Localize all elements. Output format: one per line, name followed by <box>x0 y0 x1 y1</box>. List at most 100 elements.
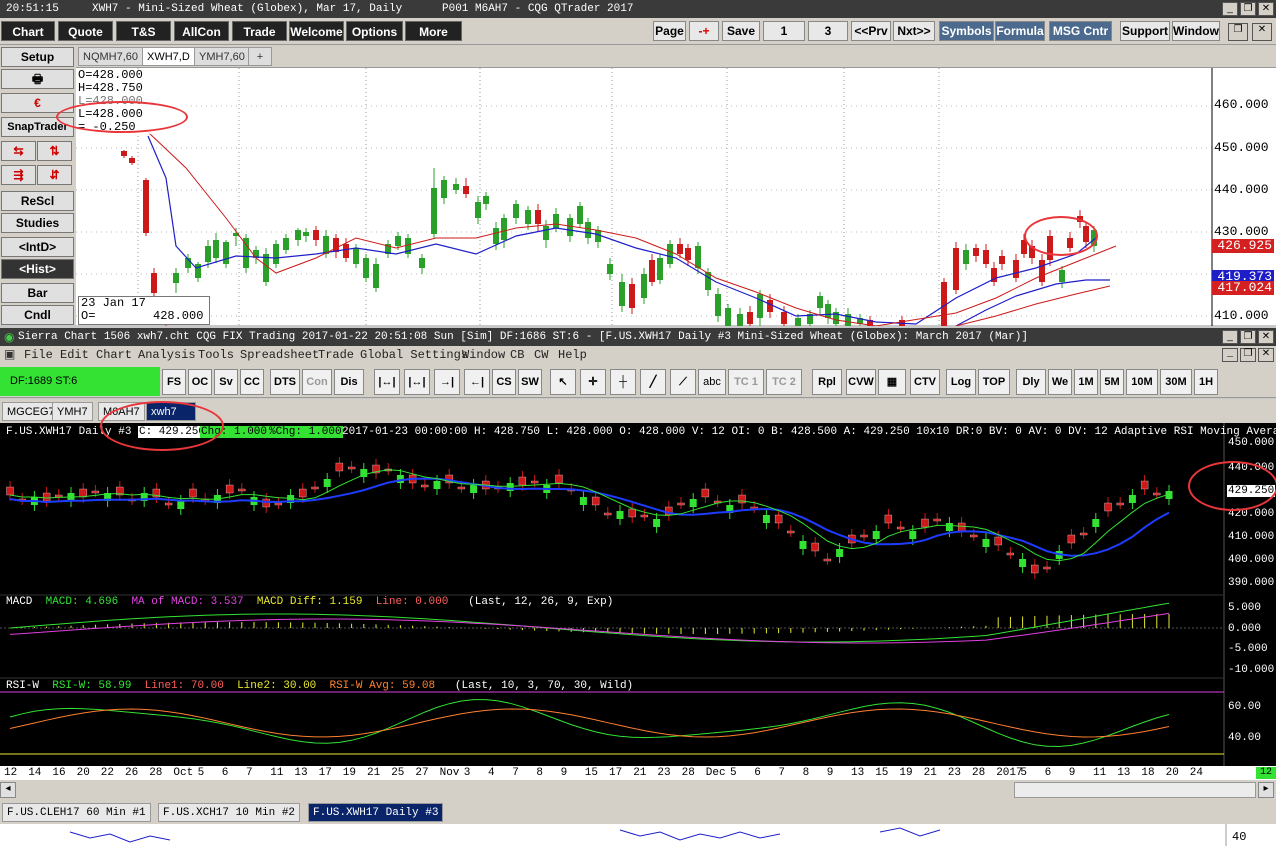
replay-button[interactable]: Rpl <box>812 369 842 395</box>
options-button[interactable]: Options <box>346 21 403 41</box>
cc-button[interactable]: CC <box>240 369 264 395</box>
candle-button[interactable]: Cndl <box>1 305 74 325</box>
cvw-button[interactable]: CVW <box>846 369 876 395</box>
tab-nqmh7[interactable]: NQMH7,60 <box>78 47 144 66</box>
text-tool-button[interactable]: abc <box>698 369 726 395</box>
window-button[interactable]: Window <box>1172 21 1220 41</box>
tc2-button[interactable]: TC 2 <box>766 369 802 395</box>
sierra-chart-area[interactable]: F.US.XWH17 Daily #3 C: 429.250 Chg: 1.00… <box>0 423 1276 766</box>
menu-tools[interactable]: Tools <box>198 346 234 364</box>
menu-window[interactable]: Window <box>462 346 505 364</box>
tab-ymh7[interactable]: YMH7,60 <box>194 47 250 66</box>
next-button[interactable]: Nxt>> <box>893 21 935 41</box>
sv-button[interactable]: Sv <box>214 369 238 395</box>
menu-edit[interactable]: Edit <box>60 346 89 364</box>
restore-icon[interactable]: ❐ <box>1240 330 1256 344</box>
zoom-in-icon[interactable]: |↔| <box>374 369 400 395</box>
chart-button[interactable]: Chart <box>1 21 55 41</box>
ctv-button[interactable]: CTV <box>910 369 940 395</box>
1m-button[interactable]: 1M <box>1074 369 1098 395</box>
intraday-button[interactable]: <IntD> <box>1 237 74 257</box>
close-icon[interactable]: ✕ <box>1258 348 1274 362</box>
bottom-tab-cleh17[interactable]: F.US.CLEH17 60 Min #1 <box>2 803 151 822</box>
trade-button[interactable]: Trade <box>232 21 287 41</box>
hash-icon[interactable]: ⇶ <box>1 165 36 185</box>
tab-ymh7[interactable]: YMH7 <box>52 402 93 421</box>
close-icon[interactable]: ✕ <box>1258 2 1274 16</box>
history-button[interactable]: <Hist> <box>1 259 74 279</box>
30m-button[interactable]: 30M <box>1160 369 1192 395</box>
daily-button[interactable]: Dly <box>1016 369 1046 395</box>
menu-cb[interactable]: CB <box>510 346 524 364</box>
pointer-icon[interactable]: ↖ <box>550 369 576 395</box>
minimize-icon[interactable]: _ <box>1222 2 1238 16</box>
cursor-icon[interactable]: ┼ <box>610 369 636 395</box>
cqg-price-chart[interactable] <box>76 67 1276 326</box>
close-icon[interactable]: ✕ <box>1258 330 1274 344</box>
menu-help[interactable]: Help <box>558 346 587 364</box>
updown-icon[interactable]: ⇅ <box>37 141 72 161</box>
scroll-right-icon[interactable]: ▸ <box>1258 782 1274 798</box>
allcon-button[interactable]: AllCon <box>174 21 229 41</box>
rescale-button[interactable]: ReScl <box>1 191 74 211</box>
weekly-button[interactable]: We <box>1048 369 1072 395</box>
quote-button[interactable]: Quote <box>58 21 113 41</box>
menu-global-settings[interactable]: Global Settings <box>360 346 468 364</box>
fs-button[interactable]: FS <box>162 369 186 395</box>
shrink-icon[interactable]: →|← <box>434 369 460 412</box>
welcome-button[interactable]: Welcome <box>289 21 344 41</box>
page-1-button[interactable]: 1 <box>763 21 805 41</box>
line-tool-icon[interactable]: ╱ <box>640 369 666 395</box>
swap-icon[interactable]: ⇆ <box>1 141 36 161</box>
zoom-out-icon[interactable]: |↔| <box>404 369 430 395</box>
expand-icon[interactable]: ←|→ <box>464 369 490 412</box>
restore-icon[interactable]: ❐ <box>1240 348 1256 362</box>
dts-button[interactable]: DTS <box>270 369 300 395</box>
scroll-thumb[interactable] <box>1014 782 1256 798</box>
bar-button[interactable]: Bar <box>1 283 74 303</box>
ray-tool-icon[interactable]: ⟋ <box>670 369 696 395</box>
scroll-left-icon[interactable]: ◂ <box>0 782 16 798</box>
dis-button[interactable]: Dis <box>334 369 364 395</box>
crosshair-icon[interactable]: ✛ <box>580 369 606 395</box>
sierra-scrollbar[interactable]: ◂ ▸ <box>0 780 1276 800</box>
page-3-button[interactable]: 3 <box>808 21 848 41</box>
ts-button[interactable]: T&S <box>116 21 171 41</box>
menu-spreadsheet[interactable]: Spreadsheet <box>240 346 319 364</box>
studies-button[interactable]: Studies <box>1 213 74 233</box>
save-button[interactable]: Save <box>722 21 760 41</box>
minimize-icon[interactable]: _ <box>1222 330 1238 344</box>
sw-button[interactable]: SW <box>518 369 542 395</box>
float-icon[interactable]: ❐ <box>1228 23 1248 41</box>
minimize-icon[interactable]: _ <box>1222 348 1238 362</box>
menu-analysis[interactable]: Analysis <box>138 346 196 364</box>
menu-file[interactable]: File <box>24 346 53 364</box>
tc1-button[interactable]: TC 1 <box>728 369 764 395</box>
page-button[interactable]: Page <box>653 21 686 41</box>
1h-button[interactable]: 1H <box>1194 369 1218 395</box>
msg-cntr-button[interactable]: MSG Cntr <box>1049 21 1112 41</box>
setup-button[interactable]: Setup <box>1 47 74 67</box>
top-button[interactable]: TOP <box>978 369 1010 395</box>
oc-button[interactable]: OC <box>188 369 212 395</box>
zoom-button[interactable]: -+ <box>689 21 719 41</box>
restore-icon[interactable]: ❐ <box>1240 2 1256 16</box>
add-tab-button[interactable]: + <box>248 47 272 66</box>
menu-trade[interactable]: Trade <box>318 346 354 364</box>
con-button[interactable]: Con <box>302 369 332 395</box>
more-button[interactable]: More <box>405 21 462 41</box>
tab-xwh7[interactable]: XWH7,D <box>142 47 195 66</box>
10m-button[interactable]: 10M <box>1126 369 1158 395</box>
support-button[interactable]: Support <box>1120 21 1170 41</box>
print-button[interactable]: 🖶 <box>1 69 74 89</box>
menu-chart[interactable]: Chart <box>96 346 132 364</box>
menu-cw[interactable]: CW <box>534 346 548 364</box>
close-chart-icon[interactable]: ✕ <box>1252 23 1272 41</box>
prev-button[interactable]: <<Prv <box>851 21 891 41</box>
hash2-icon[interactable]: ⇵ <box>37 165 72 185</box>
bottom-tab-xwh17[interactable]: F.US.XWH17 Daily #3 <box>308 803 444 822</box>
bottom-tab-xch17[interactable]: F.US.XCH17 10 Min #2 <box>158 803 301 822</box>
grid-icon[interactable]: ▦ <box>878 369 906 395</box>
symbols-button[interactable]: Symbols <box>939 21 994 41</box>
5m-button[interactable]: 5M <box>1100 369 1124 395</box>
